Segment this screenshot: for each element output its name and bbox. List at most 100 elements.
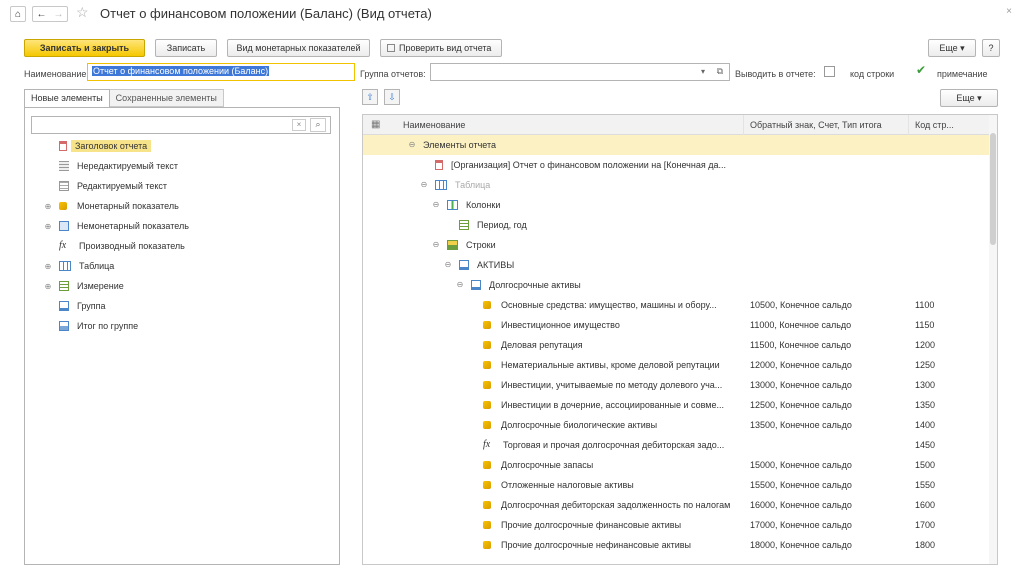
header-icon xyxy=(435,160,451,170)
note-checkbox[interactable]: ✔ xyxy=(916,63,926,77)
close-icon[interactable]: × xyxy=(1006,6,1012,17)
row-name: Инвестиции, учитываемые по методу долево… xyxy=(501,380,723,390)
collapse-icon[interactable]: ⊖ xyxy=(431,235,441,255)
table-row[interactable]: Инвестиции в дочерние, ассоциированные и… xyxy=(363,395,991,415)
element-item[interactable]: Группа xyxy=(25,296,106,316)
table-row[interactable]: Инвестиционное имущество 11000, Конечное … xyxy=(363,315,991,335)
tab-new-elements[interactable]: Новые элементы xyxy=(24,89,110,107)
table-row[interactable]: Прочие долгосрочные нефинансовые активы 1… xyxy=(363,535,991,555)
coin-icon xyxy=(483,401,501,409)
more-button[interactable]: Еще ▾ xyxy=(928,39,976,57)
scrollbar-thumb[interactable] xyxy=(990,133,996,245)
coin-icon xyxy=(483,541,501,549)
row-code: 1200 xyxy=(915,340,936,350)
row-code xyxy=(915,235,985,255)
element-item[interactable]: Нередактируемый текст xyxy=(25,156,178,176)
grid-more-button[interactable]: Еще ▾ xyxy=(940,89,998,107)
column-code[interactable]: Код стр... xyxy=(909,115,991,135)
table-row[interactable]: Прочие долгосрочные финансовые активы 170… xyxy=(363,515,991,535)
back-arrow-icon[interactable]: ← xyxy=(37,9,47,20)
table-row[interactable]: Период, год xyxy=(363,215,991,235)
star-icon[interactable]: ☆ xyxy=(76,4,89,21)
row-name-cell: Долгосрочные биологические активы xyxy=(467,415,744,435)
element-item[interactable]: ⊕ Монетарный показатель xyxy=(25,196,179,216)
header-settings-icon[interactable]: ▦ xyxy=(371,115,385,135)
table-row[interactable]: Нематериальные активы, кроме деловой реп… xyxy=(363,355,991,375)
table-row[interactable]: ⊖ Колонки xyxy=(363,195,991,215)
collapse-icon[interactable]: ⊖ xyxy=(407,135,417,155)
dropdown-icon[interactable]: ▾ xyxy=(701,67,705,76)
code-checkbox[interactable] xyxy=(824,66,835,77)
element-item[interactable]: ⊕ Немонетарный показатель xyxy=(25,216,189,236)
row-name: Долгосрочные активы xyxy=(489,280,581,290)
table-row[interactable]: Основные средства: имущество, машины и о… xyxy=(363,295,991,315)
vertical-scrollbar[interactable] xyxy=(989,115,997,564)
column-sign[interactable]: Обратный знак, Счет, Тип итога xyxy=(744,115,909,135)
row-code xyxy=(915,255,985,275)
table-row[interactable]: Деловая репутация 11500, Конечное сальдо 1… xyxy=(363,335,991,355)
table-row[interactable]: ⊖ Долгосрочные активы xyxy=(363,275,991,295)
row-sign: 12000, Конечное сальдо xyxy=(750,360,852,370)
element-item[interactable]: Итог по группе xyxy=(25,316,138,336)
row-sign xyxy=(750,275,909,295)
table-row[interactable]: Инвестиции, учитываемые по методу долево… xyxy=(363,375,991,395)
forward-arrow-icon[interactable]: → xyxy=(54,9,64,20)
collapse-icon[interactable]: ⊖ xyxy=(443,255,453,275)
row-code: 1250 xyxy=(915,360,936,370)
expander-icon[interactable]: ⊕ xyxy=(43,262,53,271)
name-field[interactable]: Отчет о финансовом положении (Баланс) xyxy=(87,63,355,81)
columns-icon xyxy=(447,200,466,210)
edit-text-icon xyxy=(59,181,77,191)
element-item[interactable]: Редактируемый текст xyxy=(25,176,167,196)
collapse-icon[interactable]: ⊖ xyxy=(419,175,429,195)
move-up-button[interactable]: ⇧ xyxy=(362,89,378,105)
element-item[interactable]: fx Производный показатель xyxy=(25,236,185,256)
group-field[interactable]: ▾ ⧉ xyxy=(430,63,730,81)
row-name-cell: Долгосрочная дебиторская задолженность п… xyxy=(467,495,744,515)
row-name-cell: fx Торговая и прочая долгосрочная дебитор… xyxy=(467,435,744,455)
table-row[interactable]: Долгосрочная дебиторская задолженность п… xyxy=(363,495,991,515)
save-close-button[interactable]: Записать и закрыть xyxy=(24,39,145,57)
home-icon[interactable]: ⌂ xyxy=(10,6,26,22)
element-item[interactable]: ⊕ Таблица xyxy=(25,256,114,276)
table-row[interactable]: ⊖ АКТИВЫ xyxy=(363,255,991,275)
nav-buttons: ← → xyxy=(32,6,68,22)
help-button[interactable]: ? xyxy=(982,39,1000,57)
open-link-icon[interactable]: ⧉ xyxy=(717,66,723,77)
coin-icon xyxy=(483,321,501,329)
element-item-label: Измерение xyxy=(77,281,124,291)
table-row[interactable]: ⊖ Таблица xyxy=(363,175,991,195)
table-row[interactable]: ⊖ Элементы отчета xyxy=(363,135,991,155)
element-item[interactable]: Заголовок отчета xyxy=(25,136,152,156)
expander-icon[interactable]: ⊕ xyxy=(43,202,53,211)
coin-icon xyxy=(483,481,501,489)
group-icon xyxy=(471,280,489,290)
tab-saved-elements[interactable]: Сохраненные элементы xyxy=(109,89,224,107)
table-row[interactable]: Долгосрочные биологические активы 13500, … xyxy=(363,415,991,435)
row-code xyxy=(915,175,985,195)
element-item-label: Редактируемый текст xyxy=(77,181,168,191)
collapse-icon[interactable]: ⊖ xyxy=(455,275,465,295)
table-row[interactable]: Отложенные налоговые активы 15500, Конечн… xyxy=(363,475,991,495)
element-item-label: Немонетарный показатель xyxy=(77,221,189,231)
table-row[interactable]: fx Торговая и прочая долгосрочная дебитор… xyxy=(363,435,991,455)
expander-icon[interactable]: ⊕ xyxy=(43,222,53,231)
clear-icon[interactable]: × xyxy=(292,119,306,131)
row-sign: 10500, Конечное сальдо xyxy=(750,300,852,310)
table-row[interactable]: ⊖ Строки xyxy=(363,235,991,255)
move-down-button[interactable]: ⇩ xyxy=(384,89,400,105)
search-icon[interactable]: ⌕ xyxy=(310,118,326,132)
expander-icon[interactable]: ⊕ xyxy=(43,282,53,291)
table-row[interactable]: [Организация] Отчет о финансовом положен… xyxy=(363,155,991,175)
save-button[interactable]: Записать xyxy=(155,39,217,57)
check-report-button[interactable]: Проверить вид отчета xyxy=(380,39,502,57)
row-name: Элементы отчета xyxy=(423,140,497,150)
monetary-view-button[interactable]: Вид монетарных показателей xyxy=(227,39,370,57)
grid-header: ▦ Наименование Обратный знак, Счет, Тип … xyxy=(363,115,991,135)
collapse-icon[interactable]: ⊖ xyxy=(431,195,441,215)
element-item[interactable]: ⊕ Измерение xyxy=(25,276,124,296)
row-name: Инвестиционное имущество xyxy=(501,320,620,330)
column-name[interactable]: Наименование xyxy=(393,115,744,135)
table-row[interactable]: Долгосрочные запасы 15000, Конечное сальд… xyxy=(363,455,991,475)
element-search-input[interactable]: × ⌕ xyxy=(31,116,331,134)
